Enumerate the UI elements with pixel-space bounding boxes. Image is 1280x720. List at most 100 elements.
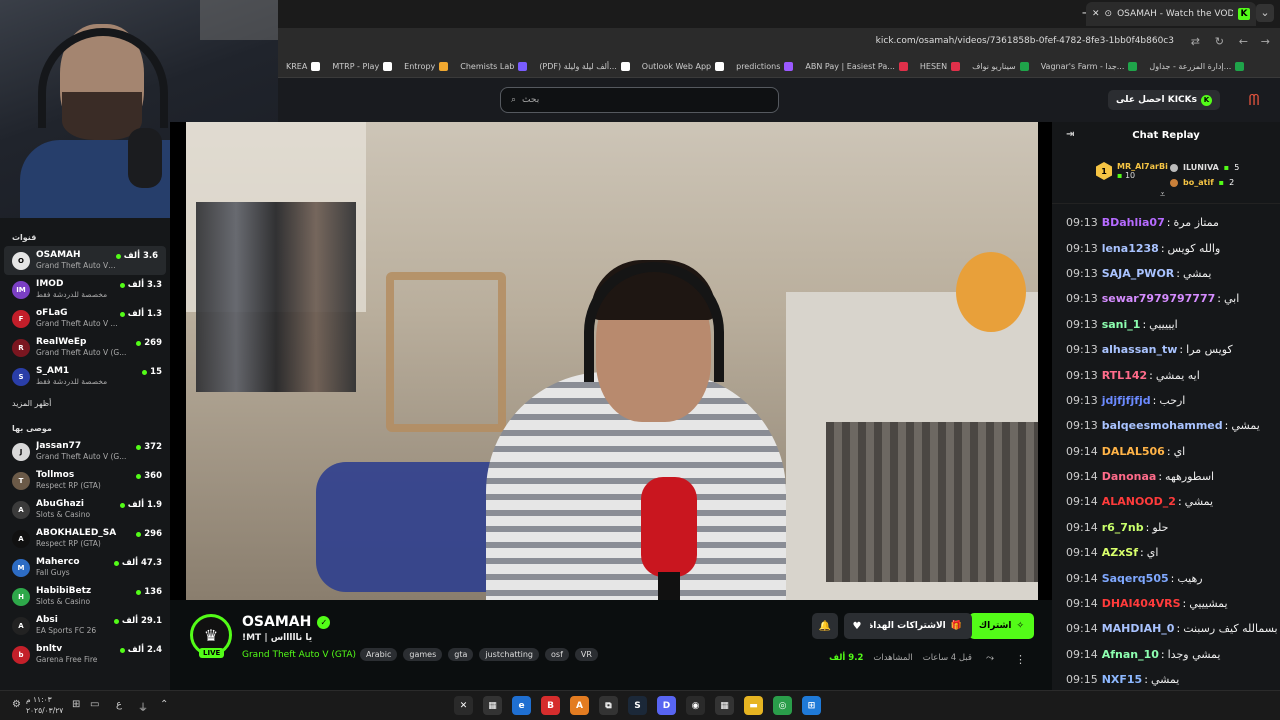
back-arrow-icon[interactable]: ← — [1239, 35, 1248, 48]
chat-username[interactable]: AZxSf — [1102, 546, 1138, 559]
bookmark-item[interactable]: (PDF) ألف ليلة وليلة... — [539, 62, 630, 71]
forward-arrow-icon[interactable]: → — [1261, 35, 1270, 48]
brave-icon[interactable]: B — [541, 696, 560, 715]
tag-chip[interactable]: gta — [448, 648, 474, 661]
tag-chip[interactable]: VR — [574, 648, 598, 661]
chat-username[interactable]: DALAL506 — [1102, 445, 1165, 458]
bookmark-item[interactable]: HESEN — [920, 62, 961, 71]
more-options-icon[interactable]: ⋮ — [1015, 653, 1026, 666]
chat-username[interactable]: Danonaa — [1102, 470, 1157, 483]
sidebar-channel[interactable]: IM IMOD مخصصة للدردشة فقط 3.3 ألف — [0, 275, 170, 304]
bookmark-item[interactable]: Chemists Lab — [460, 62, 528, 71]
stream-meta: قبل 4 ساعات المشاهدات 9.2 ألف — [829, 653, 972, 663]
mic-icon[interactable]: ⏚ — [138, 699, 148, 714]
bookmark-item[interactable]: Outlook Web App — [642, 62, 725, 71]
gifter-name[interactable]: ILUNIVA — [1183, 160, 1219, 175]
category-link[interactable]: Grand Theft Auto V (GTA) — [242, 650, 356, 660]
show-more-button[interactable]: أظهر المزيد — [0, 391, 170, 417]
share-icon[interactable]: ⤳ — [986, 653, 994, 664]
chat-username[interactable]: Afnan_10 — [1102, 648, 1159, 661]
display-icon[interactable]: ▭ — [90, 699, 99, 710]
video-frame[interactable] — [186, 122, 1038, 600]
chat-username[interactable]: lena1238 — [1102, 242, 1159, 255]
sidebar-channel[interactable]: S S_AM1 مخصصة للدردشة فقط 15 — [0, 362, 170, 391]
search-input[interactable]: ⌕ بحث — [500, 87, 779, 113]
calculator-icon[interactable]: ▦ — [715, 696, 734, 715]
sidebar-channel[interactable]: FoFLaG Grand Theft Auto V ... 1.3 ألف — [0, 304, 170, 333]
clock[interactable]: ١١:٠٣ م ٢٠٢٥/٠٣/٢٧ — [26, 694, 63, 716]
sidebar-channel[interactable]: b bnltv Garena Free Fire 2.4 ألف — [0, 640, 170, 669]
task-view-icon[interactable]: ✕ — [454, 696, 473, 715]
bookmark-item[interactable]: MTRP - Play — [332, 62, 393, 71]
chat-username[interactable]: alhassan_tw — [1102, 343, 1178, 356]
search-app-icon[interactable]: ▦ — [483, 696, 502, 715]
chat-username[interactable]: Saqerq505 — [1102, 572, 1169, 585]
tag-chip[interactable]: games — [403, 648, 443, 661]
language-icon[interactable]: ع — [116, 699, 122, 710]
video-player[interactable] — [170, 122, 1052, 600]
edge-icon[interactable]: e — [512, 696, 531, 715]
bookmark-item[interactable]: KREA — [286, 62, 321, 71]
kick-logo-icon[interactable]: ᗰ — [1244, 90, 1264, 110]
bookmark-item[interactable]: Entropy — [404, 62, 449, 71]
bookmark-item[interactable]: ABN Pay | Easiest Pa... — [805, 62, 908, 71]
sidebar-channel[interactable]: J Jassan77 Grand Theft Auto V (G... 372 — [0, 437, 170, 466]
bookmark-item[interactable]: إدارة المزرعة - جداول... — [1149, 62, 1245, 71]
subscribe-button[interactable]: اشتراك ✧ — [968, 613, 1034, 639]
translate-icon[interactable]: ⇄ — [1191, 35, 1200, 48]
obs-icon[interactable]: ◉ — [686, 696, 705, 715]
browser-tab-active[interactable]: ✕ ⊙ OSAMAH - Watch the VOD K — [1086, 2, 1256, 26]
get-kicks-button[interactable]: احصل على KICKs K — [1108, 90, 1220, 110]
chat-username[interactable]: r6_7nb — [1102, 521, 1144, 534]
chat-username[interactable]: sani_1 — [1102, 318, 1141, 331]
chrome-icon[interactable]: ◎ — [773, 696, 792, 715]
bookmark-item[interactable]: predictions — [736, 62, 794, 71]
chat-username[interactable]: DHAI404VRS — [1102, 597, 1181, 610]
channel-name[interactable]: OSAMAH — [242, 614, 311, 630]
sidebar-channel[interactable]: T Tollmos Respect RP (GTA) 360 — [0, 466, 170, 495]
follow-heart-button[interactable]: ♥ — [844, 613, 870, 639]
chat-username[interactable]: SAJA_PWOR — [1102, 267, 1175, 280]
chat-username[interactable]: jdjfjfjfjd — [1102, 394, 1151, 407]
tag-chip[interactable]: Arabic — [360, 648, 398, 661]
tab-close-icon[interactable]: ✕ — [1092, 9, 1100, 19]
sidebar-channel[interactable]: R RealWeEp Grand Theft Auto V (G... 269 — [0, 333, 170, 362]
gift-subs-button[interactable]: الاشتراكات الهداة 🎁 — [857, 613, 972, 639]
settings-icon[interactable]: ⚙ — [12, 699, 21, 710]
url-field[interactable]: kick.com/osamah/videos/7361858b-0fef-478… — [876, 36, 1174, 46]
capcut-icon[interactable]: ⧉ — [599, 696, 618, 715]
gifter-name[interactable]: bo_atif — [1183, 175, 1214, 190]
tag-chip[interactable]: osf — [545, 648, 569, 661]
tray-expand-icon[interactable]: ⌃ — [160, 699, 168, 710]
chat-username[interactable]: RTL142 — [1102, 369, 1147, 382]
tag-chip[interactable]: justchatting — [479, 648, 539, 661]
chat-username[interactable]: sewar7979797777 — [1102, 292, 1216, 305]
sidebar-channel[interactable]: A ABOKHALED_SA Respect RP (GTA) 296 — [0, 524, 170, 553]
collapse-chat-icon[interactable]: ⇥ — [1066, 129, 1074, 140]
sidebar-channel[interactable]: A Absi EA Sports FC 26 29.1 ألف — [0, 611, 170, 640]
chat-username[interactable]: NXF15 — [1102, 673, 1143, 686]
chat-username[interactable]: BDahlia07 — [1102, 216, 1165, 229]
file-explorer-icon[interactable]: ▬ — [744, 696, 763, 715]
sidebar-channel[interactable]: A AbuGhazi Slots & Casino 1.9 ألف — [0, 495, 170, 524]
bookmark-item[interactable]: سيناريو نواف — [972, 62, 1029, 71]
chat-timestamp: 09:14 — [1066, 597, 1098, 611]
expand-gifters-icon[interactable]: ⩡ — [1160, 190, 1165, 200]
windows-start-icon[interactable]: ⊞ — [802, 696, 821, 715]
sidebar-channel[interactable]: M Maherco Fall Guys 47.3 ألف — [0, 553, 170, 582]
chat-username[interactable]: ALANOOD_2 — [1102, 495, 1176, 508]
viewer-count-text: 3.6 ألف — [123, 251, 158, 261]
reload-icon[interactable]: ↻ — [1215, 35, 1224, 48]
chat-username[interactable]: MAHDIAH_0 — [1102, 622, 1175, 635]
bookmark-item[interactable]: Vagnar's Farm - جدا... — [1041, 62, 1138, 71]
sidebar-channel[interactable]: O OSAMAH Grand Theft Auto V ... 3.6 ألف — [4, 246, 166, 275]
app-a-icon[interactable]: A — [570, 696, 589, 715]
sidebar-channel[interactable]: H HabibiBetz Slots & Casino 136 — [0, 582, 170, 611]
tab-list-chevron-down-icon[interactable]: ⌄ — [1256, 4, 1274, 22]
chat-username[interactable]: balqeesmohammed — [1102, 419, 1223, 432]
discord-icon[interactable]: D — [657, 696, 676, 715]
steam-icon[interactable]: S — [628, 696, 647, 715]
notifications-button[interactable]: 🔔 — [812, 613, 838, 639]
gifter-name[interactable]: MR_Al7arBi — [1117, 162, 1168, 171]
network-icon[interactable]: ⊞ — [72, 699, 80, 710]
